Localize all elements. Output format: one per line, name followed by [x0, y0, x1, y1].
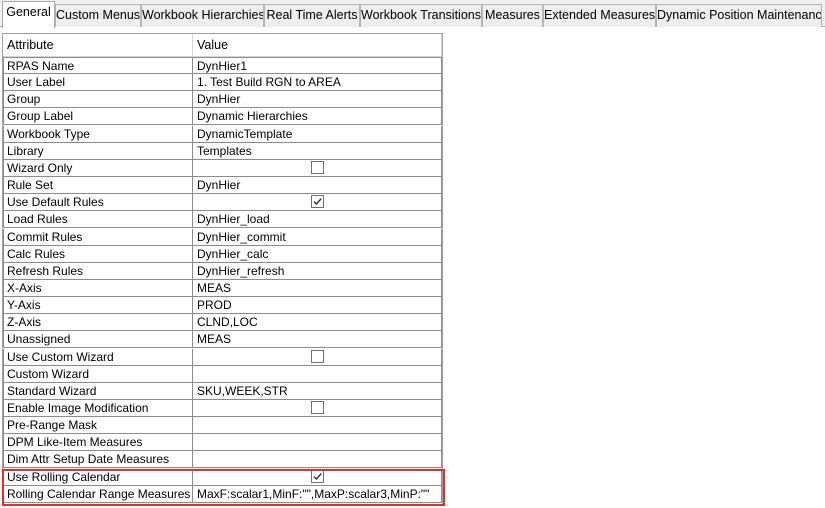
value-cell[interactable]: DynHier_calc [193, 245, 442, 263]
checkbox-unchecked[interactable] [311, 401, 324, 414]
value-cell[interactable]: DynHier_refresh [193, 262, 442, 280]
table-row: Pre-Range Mask [3, 417, 442, 435]
table-row: Library Templates [3, 142, 442, 160]
value-cell[interactable]: DynHier [193, 177, 442, 195]
table-row: X-Axis MEAS [3, 279, 442, 297]
table-row: Dim Attr Setup Date Measures [3, 451, 442, 469]
table-row: Rule Set DynHier [3, 177, 442, 195]
tab-real-time-alerts[interactable]: Real Time Alerts [264, 4, 360, 27]
value-cell[interactable]: MEAS [193, 331, 442, 349]
attribute-cell: User Label [3, 74, 193, 92]
table-row: Use Default Rules [3, 194, 442, 212]
attribute-cell: Enable Image Modification [3, 400, 193, 417]
column-header-attribute[interactable]: Attribute [3, 34, 193, 57]
table-row: Wizard Only [3, 159, 442, 177]
attribute-cell: Rolling Calendar Range Measures [3, 485, 193, 503]
value-cell[interactable]: 1. Test Build RGN to AREA [193, 74, 442, 92]
table-row: Rolling Calendar Range Measures MaxF:scal… [3, 485, 442, 503]
checkbox-checked[interactable] [311, 469, 324, 483]
attribute-cell: Custom Wizard [3, 365, 193, 383]
attribute-cell: Y-Axis [3, 297, 193, 315]
value-cell[interactable]: DynamicTemplate [193, 125, 442, 143]
tab-measures[interactable]: Measures [482, 4, 543, 27]
attribute-cell: Group [3, 91, 193, 109]
table-row: Y-Axis PROD [3, 297, 442, 315]
attribute-cell: X-Axis [3, 279, 193, 297]
value-cell[interactable]: MEAS [193, 279, 442, 297]
value-cell[interactable] [193, 365, 442, 383]
value-cell[interactable] [193, 194, 442, 212]
value-cell[interactable] [193, 468, 442, 486]
attribute-cell: Standard Wizard [3, 382, 193, 400]
table-row: Group DynHier [3, 91, 442, 109]
column-header-value[interactable]: Value [193, 34, 442, 57]
table-row: Workbook Type DynamicTemplate [3, 125, 442, 143]
checkbox-unchecked[interactable] [311, 349, 324, 363]
table-row: Use Custom Wizard [3, 348, 442, 366]
checkbox-checked[interactable] [311, 195, 324, 209]
tab-general[interactable]: General [2, 1, 55, 28]
tab-workbook-hierarchies[interactable]: Workbook Hierarchies [141, 4, 264, 27]
attribute-cell: Use Custom Wizard [3, 348, 193, 366]
table-row: DPM Like-Item Measures [3, 434, 442, 452]
checkmark-icon [313, 472, 322, 480]
table-row: RPAS Name DynHier1 [3, 57, 442, 74]
attribute-cell: Commit Rules [3, 228, 193, 246]
attribute-cell: Group Label [3, 108, 193, 126]
attribute-cell: Refresh Rules [3, 262, 193, 280]
attribute-cell: Use Default Rules [3, 194, 193, 212]
value-cell[interactable]: DynHier1 [193, 57, 442, 74]
attribute-cell: Unassigned [3, 331, 193, 349]
value-cell[interactable]: PROD [193, 297, 442, 315]
tab-bar: General Custom Menus Workbook Hierarchies R… [0, 0, 825, 28]
value-cell[interactable] [193, 348, 442, 366]
table-row: Custom Wizard [3, 365, 442, 383]
checkmark-icon [313, 198, 322, 206]
attribute-cell: RPAS Name [3, 57, 193, 74]
attribute-cell: Dim Attr Setup Date Measures [3, 451, 193, 469]
table-row: Refresh Rules DynHier_refresh [3, 262, 442, 280]
value-cell[interactable]: DynHier_load [193, 211, 442, 229]
value-cell[interactable] [193, 451, 442, 469]
value-cell[interactable]: CLND,LOC [193, 314, 442, 332]
attribute-cell: Use Rolling Calendar [3, 468, 193, 486]
tab-custom-menus[interactable]: Custom Menus [55, 4, 141, 27]
attribute-cell: Workbook Type [3, 125, 193, 143]
table-row: Use Rolling Calendar [3, 468, 442, 486]
table-row: Load Rules DynHier_load [3, 211, 442, 229]
table-row: Enable Image Modification [3, 400, 442, 417]
table-row: Calc Rules DynHier_calc [3, 245, 442, 263]
value-cell[interactable]: DynHier [193, 91, 442, 109]
value-cell[interactable]: Dynamic Hierarchies [193, 108, 442, 126]
attribute-cell: Calc Rules [3, 245, 193, 263]
table-row: Standard Wizard SKU,WEEK,STR [3, 382, 442, 400]
table-row: Z-Axis CLND,LOC [3, 314, 442, 332]
value-cell[interactable]: DynHier_commit [193, 228, 442, 246]
attribute-cell: DPM Like-Item Measures [3, 434, 193, 452]
checkbox-unchecked[interactable] [311, 160, 324, 174]
attribute-cell: Wizard Only [3, 159, 193, 177]
properties-grid: Attribute Value RPAS Name DynHier1 User La… [2, 33, 443, 505]
value-cell[interactable] [193, 417, 442, 435]
table-row: Commit Rules DynHier_commit [3, 228, 442, 246]
attribute-cell: Load Rules [3, 211, 193, 229]
value-cell[interactable]: Templates [193, 142, 442, 160]
tab-workbook-transitions[interactable]: Workbook Transitions [360, 4, 482, 27]
table-row: Unassigned MEAS [3, 331, 442, 349]
value-cell[interactable]: SKU,WEEK,STR [193, 382, 442, 400]
attribute-cell: Library [3, 142, 193, 160]
value-cell[interactable] [193, 434, 442, 452]
attribute-cell: Z-Axis [3, 314, 193, 332]
attribute-cell: Pre-Range Mask [3, 417, 193, 435]
tab-extended-measures[interactable]: Extended Measures [543, 4, 656, 27]
attribute-cell: Rule Set [3, 177, 193, 195]
value-cell[interactable] [193, 400, 442, 417]
value-cell[interactable]: MaxF:scalar1,MinF:"",MaxP:scalar3,MinP:"… [193, 485, 442, 503]
value-cell[interactable] [193, 159, 442, 177]
tab-dynamic-position-maintenance[interactable]: Dynamic Position Maintenance [656, 4, 822, 27]
table-row: Group Label Dynamic Hierarchies [3, 108, 442, 126]
table-row: User Label 1. Test Build RGN to AREA [3, 74, 442, 92]
